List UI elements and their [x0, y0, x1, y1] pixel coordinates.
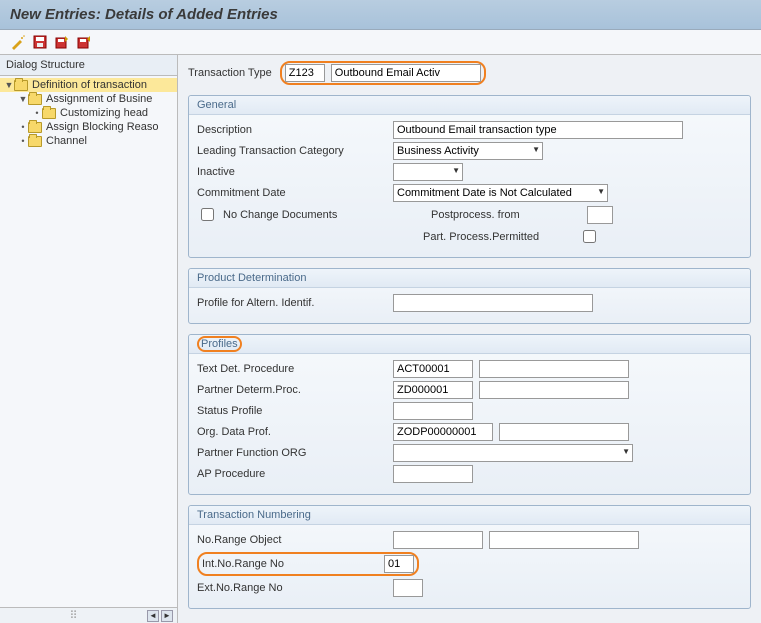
org-data-prof-label: Org. Data Prof. [197, 426, 387, 438]
partner-determ-label: Partner Determ.Proc. [197, 384, 387, 396]
profile-altern-input[interactable] [393, 294, 593, 312]
bullet-icon: • [18, 122, 28, 132]
grip-icon[interactable]: ⠿ [4, 609, 145, 622]
no-range-object-input[interactable] [393, 531, 483, 549]
status-profile-input[interactable] [393, 402, 473, 420]
partner-determ-input[interactable] [393, 381, 473, 399]
general-title: General [189, 96, 750, 115]
postprocess-from-label: Postprocess. from [431, 209, 581, 221]
partner-function-org-label: Partner Function ORG [197, 447, 387, 459]
partner-determ-desc[interactable] [479, 381, 629, 399]
leading-category-label: Leading Transaction Category [197, 145, 387, 157]
no-range-object-desc[interactable] [489, 531, 639, 549]
description-label: Description [197, 124, 387, 136]
commitment-date-label: Commitment Date [197, 187, 387, 199]
part-process-permitted-label: Part. Process.Permitted [423, 231, 573, 243]
org-data-prof-desc[interactable] [499, 423, 629, 441]
org-data-prof-input[interactable] [393, 423, 493, 441]
folder-icon [28, 94, 42, 105]
product-determination-title: Product Determination [189, 269, 750, 288]
tree: ▼ Definition of transaction ▼ Assignment… [0, 76, 177, 607]
sidebar-header: Dialog Structure [0, 55, 177, 76]
transaction-numbering-group: Transaction Numbering No.Range Object In… [188, 505, 751, 609]
sidebar-scrollbar: ⠿ ◄ ► [0, 607, 177, 623]
tree-item-blocking[interactable]: • Assign Blocking Reaso [0, 120, 177, 134]
inactive-label: Inactive [197, 166, 387, 178]
transaction-type-row: Transaction Type [188, 61, 751, 85]
general-group: General Description Leading Transaction … [188, 95, 751, 258]
status-profile-label: Status Profile [197, 405, 387, 417]
product-determination-group: Product Determination Profile for Altern… [188, 268, 751, 324]
save-up-icon[interactable] [54, 34, 70, 50]
save-down-icon[interactable] [76, 34, 92, 50]
expander-icon[interactable]: ▼ [4, 80, 14, 90]
tree-label: Assignment of Busine [46, 93, 152, 105]
int-no-range-input[interactable] [384, 555, 414, 573]
part-process-permitted-checkbox[interactable] [583, 230, 596, 243]
tree-label: Assign Blocking Reaso [46, 121, 159, 133]
transaction-type-label: Transaction Type [188, 67, 272, 79]
no-change-documents-checkbox[interactable] [201, 208, 214, 221]
ap-procedure-input[interactable] [393, 465, 473, 483]
description-input[interactable] [393, 121, 683, 139]
tree-item-definition[interactable]: ▼ Definition of transaction [0, 78, 177, 92]
tree-item-assignment[interactable]: ▼ Assignment of Busine [0, 92, 177, 106]
tree-label: Definition of transaction [32, 79, 147, 91]
ext-no-range-label: Ext.No.Range No [197, 582, 387, 594]
save-icon[interactable] [32, 34, 48, 50]
tree-label: Channel [46, 135, 87, 147]
folder-icon [28, 136, 42, 147]
bullet-icon: • [18, 136, 28, 146]
int-no-range-label: Int.No.Range No [202, 558, 384, 570]
window-title: New Entries: Details of Added Entries [0, 0, 761, 30]
wand-icon[interactable] [10, 34, 26, 50]
profiles-group: Profiles Text Det. Procedure Partner Det… [188, 334, 751, 495]
folder-icon [14, 80, 28, 91]
profiles-title: Profiles [189, 335, 750, 354]
expander-icon[interactable]: ▼ [18, 94, 28, 104]
highlight-int-no-range: Int.No.Range No [197, 552, 419, 576]
partner-function-org-select[interactable] [393, 444, 633, 462]
no-change-documents-label: No Change Documents [223, 209, 395, 221]
scroll-right-icon[interactable]: ► [161, 610, 173, 622]
profile-altern-label: Profile for Altern. Identif. [197, 297, 387, 309]
text-det-procedure-input[interactable] [393, 360, 473, 378]
commitment-date-select[interactable] [393, 184, 608, 202]
bullet-icon: • [32, 108, 42, 118]
leading-category-select[interactable] [393, 142, 543, 160]
inactive-select[interactable] [393, 163, 463, 181]
transaction-type-code-input[interactable] [285, 64, 325, 82]
folder-icon [42, 108, 56, 119]
scroll-left-icon[interactable]: ◄ [147, 610, 159, 622]
postprocess-from-input[interactable] [587, 206, 613, 224]
text-det-procedure-label: Text Det. Procedure [197, 363, 387, 375]
sidebar: Dialog Structure ▼ Definition of transac… [0, 55, 178, 623]
tree-label: Customizing head [60, 107, 148, 119]
transaction-numbering-title: Transaction Numbering [189, 506, 750, 525]
folder-icon [28, 122, 42, 133]
ap-procedure-label: AP Procedure [197, 468, 387, 480]
transaction-type-desc-input[interactable] [331, 64, 481, 82]
ext-no-range-input[interactable] [393, 579, 423, 597]
toolbar [0, 30, 761, 55]
text-det-procedure-desc[interactable] [479, 360, 629, 378]
tree-item-channel[interactable]: • Channel [0, 134, 177, 148]
highlight-profiles: Profiles [197, 336, 242, 352]
no-range-object-label: No.Range Object [197, 534, 387, 546]
tree-item-customizing[interactable]: • Customizing head [0, 106, 177, 120]
highlight-transaction-type [280, 61, 486, 85]
content-panel: Transaction Type General Description Lea… [178, 55, 761, 623]
